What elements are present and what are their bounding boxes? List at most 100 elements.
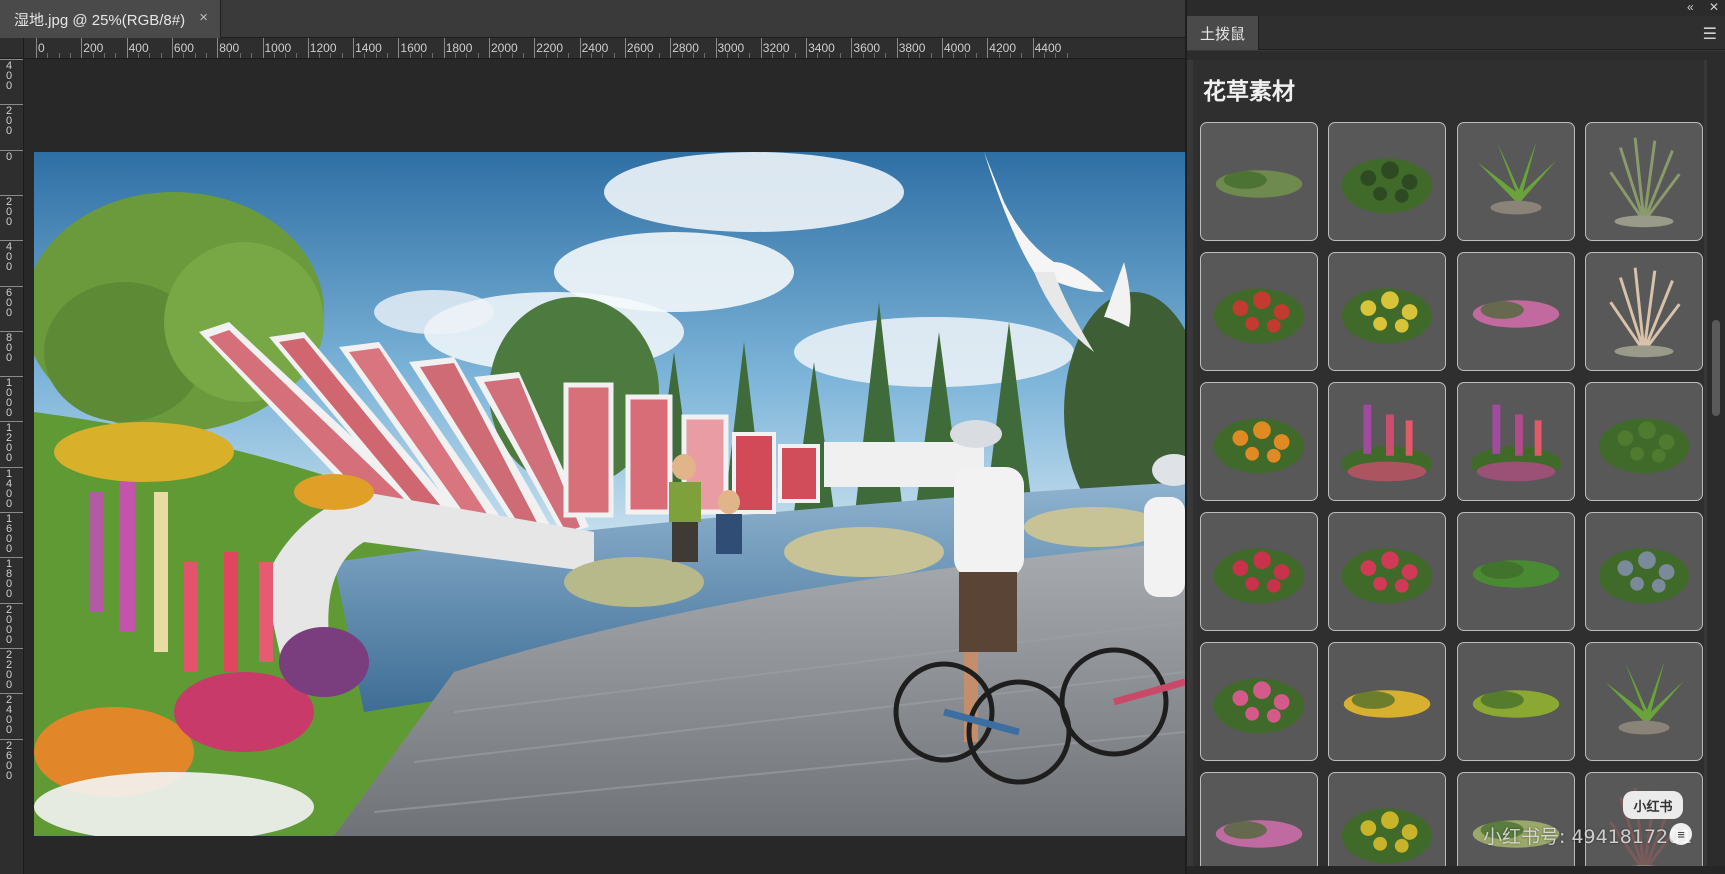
asset-tile-tall-plant[interactable] bbox=[1584, 772, 1703, 866]
panel-tab-bar: 土拨鼠 ☰ bbox=[1187, 16, 1725, 50]
ruler-minor-tick bbox=[69, 53, 71, 58]
vertical-ruler[interactable]: 4002000200400600800100012001400160018002… bbox=[0, 59, 24, 874]
ruler-minor-tick bbox=[375, 53, 377, 58]
ruler-minor-tick bbox=[409, 53, 411, 58]
ruler-v-label: 2000 bbox=[5, 603, 13, 646]
canvas-image[interactable] bbox=[34, 152, 1185, 836]
document-tab-bar: 湿地.jpg @ 25%(RGB/8#) × bbox=[0, 0, 1185, 38]
collapse-icon[interactable]: « bbox=[1687, 0, 1694, 14]
ruler-h-label: 2200 bbox=[536, 41, 563, 55]
ruler-major-tick bbox=[443, 38, 445, 58]
ruler-h-label: 3800 bbox=[898, 41, 926, 55]
ruler-minor-tick bbox=[704, 53, 706, 58]
asset-tile-red-flowers[interactable] bbox=[1200, 252, 1318, 371]
close-icon[interactable]: × bbox=[199, 9, 208, 26]
asset-tile-yellow-low[interactable] bbox=[1328, 642, 1447, 761]
ruler-minor-tick bbox=[862, 53, 864, 58]
red-flower-bed-thumbnail-icon bbox=[1213, 548, 1305, 604]
ruler-h-label: 2000 bbox=[491, 41, 518, 55]
ruler-minor-tick bbox=[455, 53, 457, 58]
asset-tile-yellow-purple-flowers[interactable] bbox=[1328, 252, 1447, 371]
pampas-thumbnail-icon bbox=[1609, 267, 1681, 358]
panel-scrollbar[interactable] bbox=[1707, 60, 1725, 866]
ruler-minor-tick bbox=[749, 53, 751, 58]
ruler-v-label: 1400 bbox=[5, 467, 13, 510]
asset-tile-grass-tall[interactable] bbox=[1584, 122, 1703, 241]
wetland-scene-image bbox=[34, 152, 1185, 836]
asset-tile-mixed-flowers[interactable] bbox=[1584, 512, 1703, 631]
ruler-h-label: 3200 bbox=[762, 41, 790, 55]
ruler-major-tick bbox=[0, 149, 23, 151]
lupine-mix-thumbnail-icon bbox=[1342, 404, 1433, 482]
orange-flowers-thumbnail-icon bbox=[1213, 418, 1305, 474]
ruler-minor-tick bbox=[364, 53, 366, 58]
ruler-minor-tick bbox=[726, 53, 728, 58]
ruler-v-label: 1000 bbox=[5, 377, 13, 420]
ruler-v-label: 2600 bbox=[5, 739, 13, 782]
ruler-h-label: 2600 bbox=[626, 41, 654, 55]
ruler-minor-tick bbox=[330, 53, 332, 58]
yellow-purple-flowers-thumbnail-icon bbox=[1342, 288, 1433, 344]
asset-tile-lupine-mix-2[interactable] bbox=[1456, 382, 1575, 501]
ruler-minor-tick bbox=[738, 53, 740, 58]
ruler-major-tick bbox=[624, 38, 626, 58]
ruler-minor-tick bbox=[692, 53, 694, 58]
ruler-minor-tick bbox=[908, 53, 910, 58]
ruler-h-label: 4000 bbox=[944, 41, 971, 55]
ruler-h-label: 1400 bbox=[355, 41, 382, 55]
ruler-h-label: 1600 bbox=[400, 41, 428, 55]
ruler-minor-tick bbox=[817, 53, 819, 58]
scrollbar-thumb[interactable] bbox=[1712, 320, 1720, 416]
asset-tile-grass-low[interactable] bbox=[1456, 772, 1575, 866]
ruler-h-label: 3600 bbox=[853, 41, 881, 55]
asset-tile-shrub[interactable] bbox=[1328, 122, 1447, 241]
asset-tile-fern[interactable] bbox=[1456, 122, 1575, 241]
asset-tile-pink-peony[interactable] bbox=[1200, 642, 1318, 761]
close-icon[interactable]: ✕ bbox=[1709, 0, 1719, 14]
asset-tile-yellow-shrub[interactable] bbox=[1328, 772, 1447, 866]
asset-tile-green-grass[interactable] bbox=[1456, 642, 1575, 761]
asset-tile-pink-flowers-low[interactable] bbox=[1456, 252, 1575, 371]
panel-tab[interactable]: 土拨鼠 bbox=[1187, 16, 1259, 50]
asset-tile-fern-2[interactable] bbox=[1584, 642, 1703, 761]
asset-tile-lupine-mix[interactable] bbox=[1328, 382, 1447, 501]
red-pink-flowers-thumbnail-icon bbox=[1342, 548, 1433, 604]
hamburger-icon[interactable]: ☰ bbox=[1703, 24, 1717, 44]
asset-tile-green-low[interactable] bbox=[1456, 512, 1575, 631]
ruler-minor-tick bbox=[964, 53, 966, 58]
ruler-minor-tick bbox=[273, 53, 275, 58]
horizontal-ruler[interactable]: 0 200 400 600 800 1000 1200 1400 1600 1800 2000 220… bbox=[24, 38, 1185, 59]
panel-header-strip bbox=[1187, 51, 1725, 60]
ruler-minor-tick bbox=[205, 53, 207, 58]
tall-plant-thumbnail-icon bbox=[1609, 787, 1681, 866]
ruler-minor-tick bbox=[975, 53, 977, 58]
yellow-low-thumbnail-icon bbox=[1344, 690, 1431, 718]
ruler-minor-tick bbox=[953, 53, 955, 58]
asset-tile-groundcover[interactable] bbox=[1200, 122, 1318, 241]
green-low-thumbnail-icon bbox=[1472, 560, 1559, 588]
ruler-major-tick bbox=[0, 557, 23, 559]
ruler-h-label: 4200 bbox=[989, 41, 1016, 55]
asset-tile-red-pink-flowers[interactable] bbox=[1328, 512, 1447, 631]
asset-tile-orange-flowers[interactable] bbox=[1200, 382, 1318, 501]
asset-tile-pink-low[interactable] bbox=[1200, 772, 1318, 866]
ruler-minor-tick bbox=[228, 53, 230, 58]
asset-tile-pampas[interactable] bbox=[1584, 252, 1703, 371]
grass-tall-thumbnail-icon bbox=[1609, 137, 1681, 228]
ruler-major-tick bbox=[0, 421, 23, 423]
ruler-minor-tick bbox=[636, 53, 638, 58]
asset-tile-green-shrub[interactable] bbox=[1584, 382, 1703, 501]
red-flowers-thumbnail-icon bbox=[1213, 288, 1305, 344]
mixed-flowers-thumbnail-icon bbox=[1598, 548, 1690, 604]
ruler-minor-tick bbox=[92, 53, 94, 58]
ruler-major-tick bbox=[1032, 38, 1034, 58]
ruler-minor-tick bbox=[194, 53, 196, 58]
document-tab-title: 湿地.jpg @ 25%(RGB/8#) bbox=[14, 11, 186, 29]
ruler-v-label: 600 bbox=[5, 286, 13, 319]
ruler-v-label: 200 bbox=[5, 105, 13, 138]
asset-tile-red-flower-bed[interactable] bbox=[1200, 512, 1318, 631]
ruler-major-tick bbox=[534, 38, 536, 58]
document-tab[interactable]: 湿地.jpg @ 25%(RGB/8#) × bbox=[0, 0, 221, 38]
ruler-h-label: 3400 bbox=[808, 41, 835, 55]
ruler-minor-tick bbox=[137, 53, 139, 58]
